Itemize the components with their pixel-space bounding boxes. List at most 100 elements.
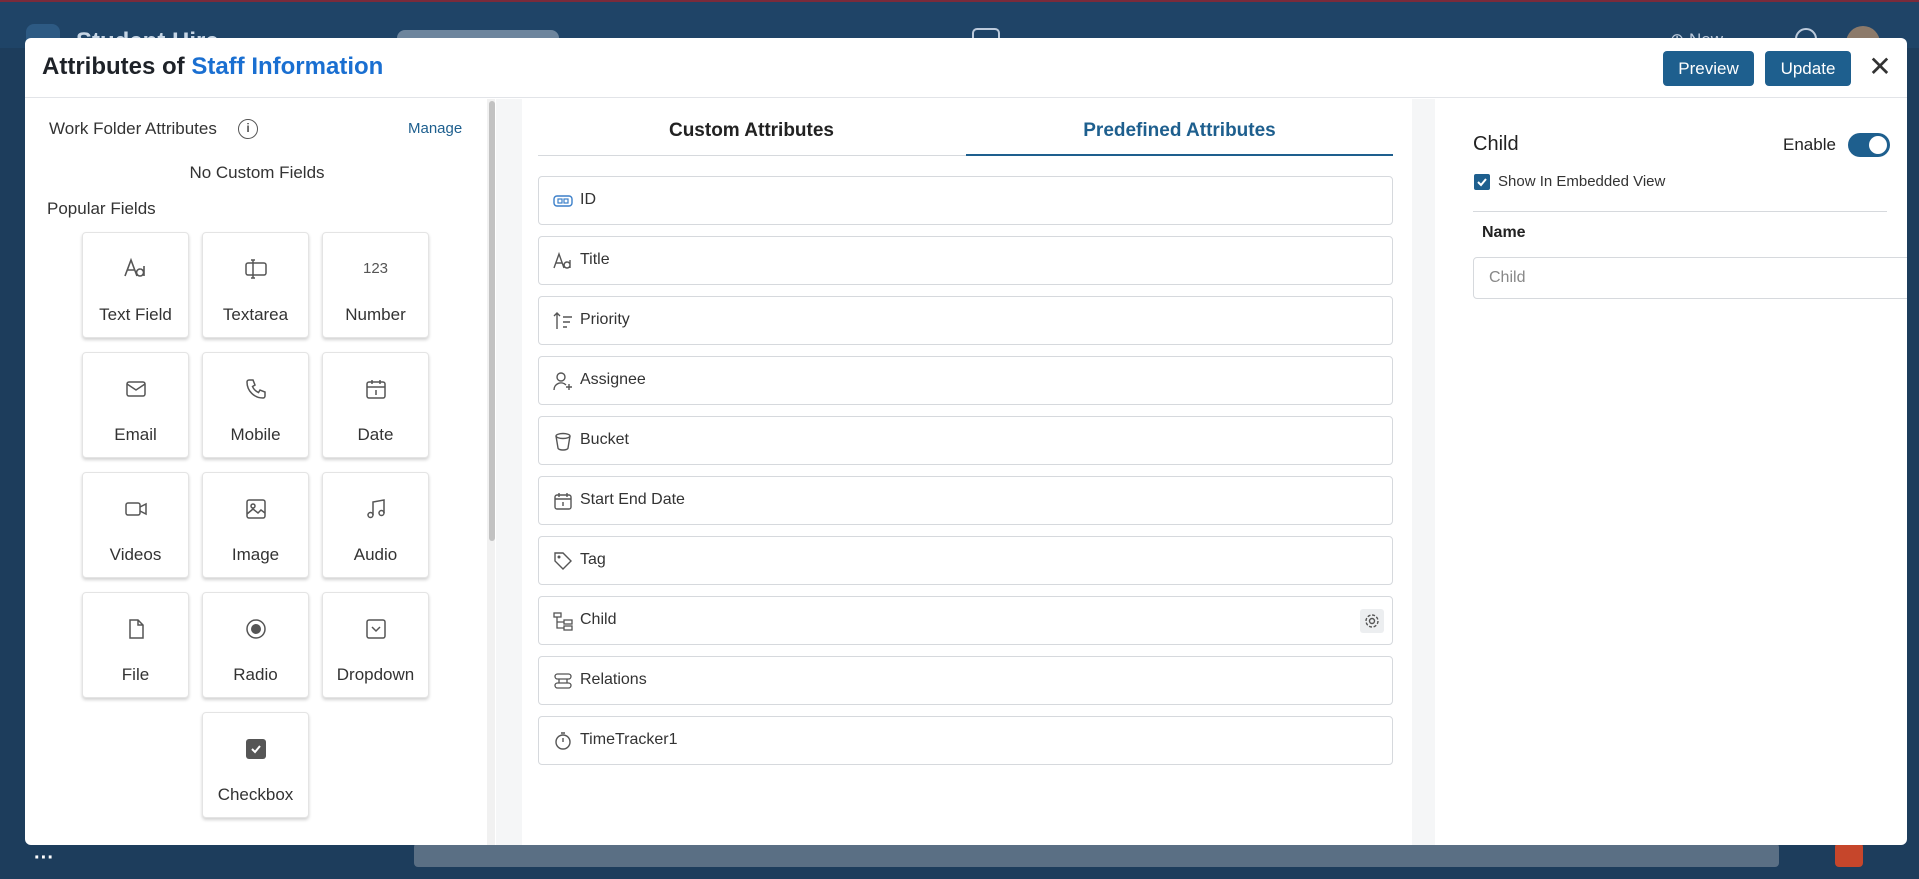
tile-label: Date xyxy=(357,425,394,444)
attribute-tabs: Custom Attributes Predefined Attributes xyxy=(538,116,1393,156)
attribute-row-assignee[interactable]: Assignee xyxy=(538,356,1393,405)
text-field-icon xyxy=(123,257,149,281)
field-tile-dropdown[interactable]: Dropdown xyxy=(322,592,429,698)
video-icon xyxy=(124,497,148,521)
enable-toggle[interactable] xyxy=(1848,133,1890,157)
attribute-label: Start End Date xyxy=(580,491,685,508)
field-tile-email[interactable]: Email xyxy=(82,352,189,458)
close-icon[interactable]: ✕ xyxy=(1865,52,1895,82)
tile-label: Videos xyxy=(109,545,162,564)
middle-gutter xyxy=(496,99,522,845)
tab-custom-attributes[interactable]: Custom Attributes xyxy=(538,116,965,156)
name-input[interactable] xyxy=(1473,257,1907,299)
work-folder-attributes-heading: Work Folder Attributes xyxy=(49,119,217,138)
app-bottom-bar: ··· xyxy=(0,843,1919,879)
tile-label: Number xyxy=(345,305,406,324)
hierarchy-icon xyxy=(553,611,573,631)
attribute-row-bucket[interactable]: Bucket xyxy=(538,416,1393,465)
attribute-palette: Work Folder Attributes i Manage No Custo… xyxy=(25,99,489,845)
attribute-label: Assignee xyxy=(580,371,646,388)
tile-label: File xyxy=(121,665,150,684)
field-tile-date[interactable]: Date xyxy=(322,352,429,458)
phone-icon xyxy=(244,377,268,401)
attribute-row-child[interactable]: Child xyxy=(538,596,1393,645)
attribute-label: Priority xyxy=(580,311,630,328)
attribute-label: Bucket xyxy=(580,431,629,448)
gear-icon[interactable] xyxy=(1360,609,1384,633)
tab-predefined-attributes[interactable]: Predefined Attributes xyxy=(966,116,1393,156)
relations-icon xyxy=(553,671,573,691)
no-custom-fields-text: No Custom Fields xyxy=(189,163,325,182)
attribute-label: Title xyxy=(580,251,610,268)
email-icon xyxy=(124,377,148,401)
attribute-row-tag[interactable]: Tag xyxy=(538,536,1393,585)
field-tile-mobile[interactable]: Mobile xyxy=(202,352,309,458)
field-tile-file[interactable]: File xyxy=(82,592,189,698)
attribute-row-timetracker[interactable]: TimeTracker1 xyxy=(538,716,1393,765)
tag-icon xyxy=(553,551,573,571)
tile-label: Radio xyxy=(233,665,278,684)
more-dots-icon[interactable]: ··· xyxy=(34,847,54,870)
field-tile-radio[interactable]: Radio xyxy=(202,592,309,698)
info-icon[interactable]: i xyxy=(238,119,258,139)
attributes-modal: Attributes of Staff Information Preview … xyxy=(25,38,1907,845)
tile-label: Email xyxy=(114,425,157,444)
preview-button[interactable]: Preview xyxy=(1663,51,1754,86)
attribute-row-title[interactable]: Title xyxy=(538,236,1393,285)
tile-label: Mobile xyxy=(230,425,281,444)
enable-label: Enable xyxy=(1783,135,1836,154)
image-icon xyxy=(244,497,268,521)
radio-icon xyxy=(244,617,268,641)
checkbox-icon xyxy=(244,737,268,761)
tile-label: Dropdown xyxy=(336,665,415,684)
attribute-label: Child xyxy=(580,611,617,628)
calendar-icon xyxy=(364,377,388,401)
settings-title: Child xyxy=(1473,133,1519,155)
field-tile-textarea[interactable]: Textarea xyxy=(202,232,309,338)
modal-header: Attributes of Staff Information Preview … xyxy=(25,38,1907,98)
modal-title-prefix: Attributes of xyxy=(42,53,192,80)
bottom-bar-strip xyxy=(414,843,1779,867)
tile-label: Text Field xyxy=(99,305,172,324)
calendar-icon xyxy=(553,491,573,511)
attributes-list-panel: Custom Attributes Predefined Attributes … xyxy=(522,99,1412,845)
name-label: Name xyxy=(1482,224,1526,241)
field-tile-image[interactable]: Image xyxy=(202,472,309,578)
left-scrollbar-thumb[interactable] xyxy=(489,101,495,541)
embedded-view-label: Show In Embedded View xyxy=(1498,173,1666,190)
priority-icon xyxy=(553,311,573,331)
right-gutter xyxy=(1412,99,1435,845)
divider xyxy=(1473,211,1887,212)
file-icon xyxy=(124,617,148,641)
tile-label: Image xyxy=(231,545,280,564)
attribute-label: TimeTracker1 xyxy=(580,731,678,748)
textarea-icon xyxy=(244,257,268,281)
modal-title: Attributes of Staff Information xyxy=(42,53,383,81)
bucket-icon xyxy=(553,431,573,451)
number-icon: 123 xyxy=(362,260,389,277)
music-icon xyxy=(364,497,388,521)
attribute-row-priority[interactable]: Priority xyxy=(538,296,1393,345)
embedded-view-checkbox[interactable] xyxy=(1474,174,1490,190)
attribute-settings-panel: Child Enable Show In Embedded View Name xyxy=(1435,99,1907,845)
field-tile-number[interactable]: 123 Number xyxy=(322,232,429,338)
field-tile-text-field[interactable]: Text Field xyxy=(82,232,189,338)
id-icon xyxy=(553,191,573,211)
popular-fields-heading: Popular Fields xyxy=(47,199,156,218)
field-tile-videos[interactable]: Videos xyxy=(82,472,189,578)
modal-title-accent: Staff Information xyxy=(191,53,384,80)
attribute-row-start-end-date[interactable]: Start End Date xyxy=(538,476,1393,525)
tile-label: Checkbox xyxy=(217,785,294,804)
manage-link[interactable]: Manage xyxy=(408,120,462,137)
field-tile-audio[interactable]: Audio xyxy=(322,472,429,578)
attribute-label: Relations xyxy=(580,671,647,688)
attribute-label: ID xyxy=(580,191,596,208)
attribute-label: Tag xyxy=(580,551,606,568)
attribute-row-id[interactable]: ID xyxy=(538,176,1393,225)
tile-label: Audio xyxy=(353,545,398,564)
field-tile-checkbox[interactable]: Checkbox xyxy=(202,712,309,818)
attribute-row-relations[interactable]: Relations xyxy=(538,656,1393,705)
update-button[interactable]: Update xyxy=(1765,51,1851,86)
dropdown-icon xyxy=(364,617,388,641)
exit-button[interactable] xyxy=(1835,843,1863,867)
